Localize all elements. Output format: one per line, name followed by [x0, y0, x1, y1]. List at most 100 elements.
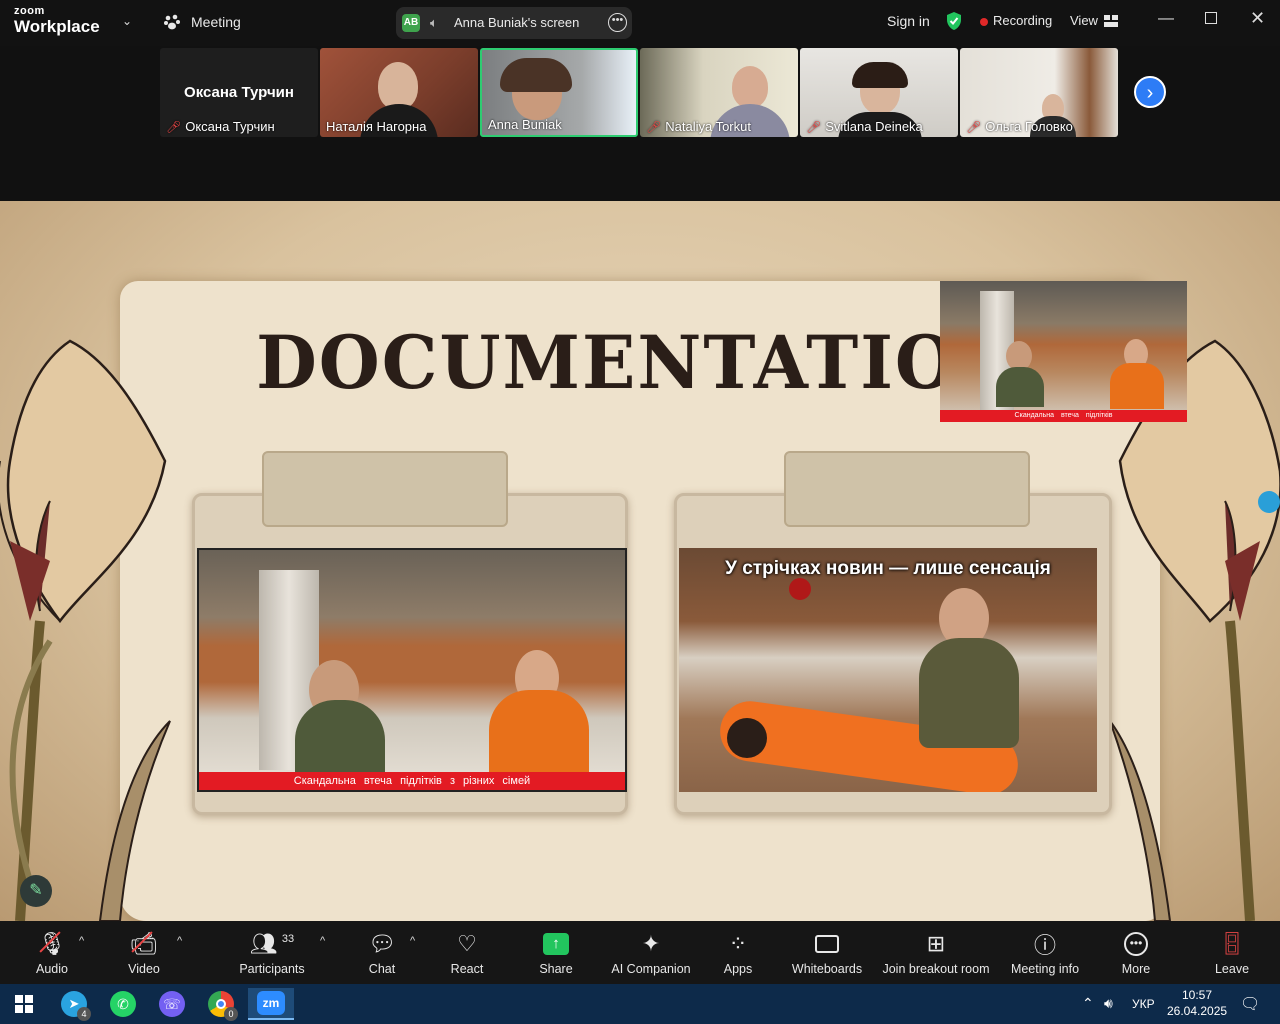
- leave-door-icon: 🚪︎: [1218, 931, 1246, 956]
- chrome-icon[interactable]: 0: [201, 988, 241, 1021]
- ai-companion-label: AI Companion: [611, 962, 691, 976]
- participant-tile[interactable]: Оксана Турчин 🎤︎ Оксана Турчин: [160, 48, 318, 137]
- participant-tile-active[interactable]: Anna Buniak: [480, 48, 638, 137]
- left-video-caption: Скандальна втеча підлітків з різних сіме…: [199, 772, 625, 790]
- meeting-info-label: Meeting info: [1010, 962, 1080, 976]
- zoom-taskbar-icon[interactable]: zm: [248, 988, 294, 1020]
- apps-button[interactable]: ⁘ Apps: [688, 929, 788, 976]
- mic-muted-icon: 🎤︎: [966, 120, 982, 134]
- actress-hair: [727, 718, 767, 758]
- participant-face: [732, 66, 768, 108]
- record-dot-icon: [980, 17, 988, 26]
- mic-muted-icon: 🎤︎: [166, 120, 182, 134]
- right-video[interactable]: У стрічках новин — лише сенсація: [679, 548, 1097, 792]
- chevron-down-icon[interactable]: ⌄: [122, 14, 132, 28]
- audio-label: Audio: [36, 962, 68, 976]
- windows-start-icon[interactable]: [4, 988, 44, 1020]
- breakout-label: Join breakout room: [882, 962, 990, 976]
- meeting-menu[interactable]: Meeting: [163, 13, 241, 31]
- breakout-room-button[interactable]: ⊞ Join breakout room: [882, 929, 990, 976]
- pip-video[interactable]: Скандальна втеча підлітків: [940, 281, 1187, 422]
- clock-time: 10:57: [1181, 988, 1213, 1002]
- right-video-subtitle: У стрічках новин — лише сенсація: [725, 558, 1051, 579]
- tray-expand-icon[interactable]: ⌃: [1082, 995, 1094, 1012]
- sparkle-icon: ✦: [641, 931, 661, 956]
- participants-icon: 👥︎: [249, 931, 278, 956]
- next-page-button[interactable]: ›: [1134, 76, 1166, 108]
- restore-icon[interactable]: [1205, 12, 1217, 24]
- leave-label: Leave: [1214, 962, 1250, 976]
- iris-flower-left-icon: [0, 339, 171, 921]
- recording-indicator[interactable]: Recording: [980, 13, 1052, 28]
- actor-costume: [919, 638, 1019, 748]
- whiteboards-label: Whiteboards: [791, 962, 863, 976]
- whatsapp-icon[interactable]: ✆: [103, 988, 143, 1020]
- participant-filmstrip: Оксана Турчин 🎤︎ Оксана Турчин Наталія На…: [0, 46, 1280, 201]
- screen-share-pill[interactable]: AB 🔈︎ Anna Buniak's screen •••: [396, 7, 632, 39]
- participant-tile[interactable]: 🎤︎ Nataliya Torkut: [640, 48, 798, 137]
- participant-tile[interactable]: 🎤︎ Ольга Головко: [960, 48, 1118, 137]
- side-panel-handle-icon[interactable]: [1258, 491, 1280, 513]
- audio-button[interactable]: 🎙︎ Audio: [2, 929, 102, 976]
- telegram-badge: 4: [77, 1007, 91, 1021]
- participant-display-name: Оксана Турчин: [184, 84, 294, 101]
- apps-label: Apps: [723, 962, 753, 976]
- more-options-icon[interactable]: •••: [608, 13, 627, 32]
- view-button[interactable]: View: [1070, 13, 1118, 28]
- notification-icon[interactable]: 🗨︎: [1240, 994, 1260, 1014]
- share-arrow-icon: ↑: [543, 933, 569, 955]
- zoom-logo: zoom Workplace: [14, 6, 100, 36]
- viber-icon[interactable]: ☏: [152, 988, 192, 1020]
- ai-companion-button[interactable]: ✦ AI Companion: [601, 929, 701, 976]
- clock[interactable]: 10:57 26.04.2025: [1167, 988, 1227, 1018]
- right-label-tag: [784, 451, 1030, 527]
- react-button[interactable]: ♡ React: [417, 929, 517, 976]
- red-chair: [789, 578, 811, 600]
- participant-name: 🎤︎ Svitlana Deineka: [806, 119, 923, 134]
- shared-screen: DOCUMENTATION Скандальна втеча підлітків…: [0, 201, 1280, 921]
- audio-options-caret-icon[interactable]: ^: [79, 935, 84, 947]
- share-button[interactable]: ↑ Share: [506, 929, 606, 976]
- more-label: More: [1121, 962, 1151, 976]
- actor-costume: [996, 367, 1044, 407]
- video-options-caret-icon[interactable]: ^: [177, 935, 182, 947]
- close-icon[interactable]: ✕: [1250, 8, 1265, 29]
- speaker-icon: 🔈︎: [430, 15, 438, 30]
- participants-options-caret-icon[interactable]: ^: [320, 935, 325, 947]
- participant-tile[interactable]: 🎤︎ Svitlana Deineka: [800, 48, 958, 137]
- left-video[interactable]: Скандальна втеча підлітків з різних сіме…: [197, 548, 627, 792]
- whiteboards-button[interactable]: Whiteboards: [777, 929, 877, 976]
- apps-icon: ⁘: [728, 931, 748, 956]
- sign-in-link[interactable]: Sign in: [887, 13, 930, 29]
- participant-name: Наталія Нагорна: [326, 119, 427, 134]
- heart-icon: ♡: [457, 931, 477, 956]
- chrome-badge: 0: [224, 1007, 238, 1021]
- chat-options-caret-icon[interactable]: ^: [410, 935, 415, 947]
- leave-button[interactable]: 🚪︎ Leave: [1182, 929, 1280, 976]
- participants-label: Participants: [239, 962, 305, 976]
- participant-name: Anna Buniak: [488, 117, 562, 132]
- logo-big-text: Workplace: [14, 17, 100, 36]
- actress-dress: [1110, 363, 1164, 409]
- participant-tile[interactable]: Наталія Нагорна: [320, 48, 478, 137]
- participant-face: [378, 62, 418, 110]
- meeting-label: Meeting: [191, 14, 241, 30]
- volume-icon[interactable]: 🔊︎: [1104, 995, 1113, 1012]
- windows-taskbar: ➤ 4 ✆ ☏ 0 zm ⌃ 🔊︎ УКР 10:57 26.04.2025 🗨︎: [0, 984, 1280, 1024]
- video-off-icon: 📹︎: [130, 931, 158, 956]
- grid-view-icon: [1103, 14, 1118, 27]
- shield-check-icon[interactable]: [945, 11, 963, 36]
- clock-date: 26.04.2025: [1167, 1004, 1228, 1018]
- language-indicator[interactable]: УКР: [1132, 997, 1155, 1011]
- react-label: React: [450, 962, 484, 976]
- participants-button[interactable]: 👥︎ 33 Participants: [222, 929, 322, 976]
- annotate-pencil-icon[interactable]: ✎: [20, 875, 52, 907]
- telegram-icon[interactable]: ➤ 4: [54, 988, 94, 1021]
- whiteboard-icon: [815, 935, 839, 953]
- minimize-icon[interactable]: —: [1158, 10, 1174, 28]
- more-button[interactable]: ••• More: [1086, 929, 1186, 976]
- paw-icon: [164, 14, 180, 30]
- mic-muted-icon: 🎤︎: [806, 120, 822, 134]
- meeting-info-button[interactable]: ⓘ Meeting info: [995, 929, 1095, 976]
- left-label-tag: [262, 451, 508, 527]
